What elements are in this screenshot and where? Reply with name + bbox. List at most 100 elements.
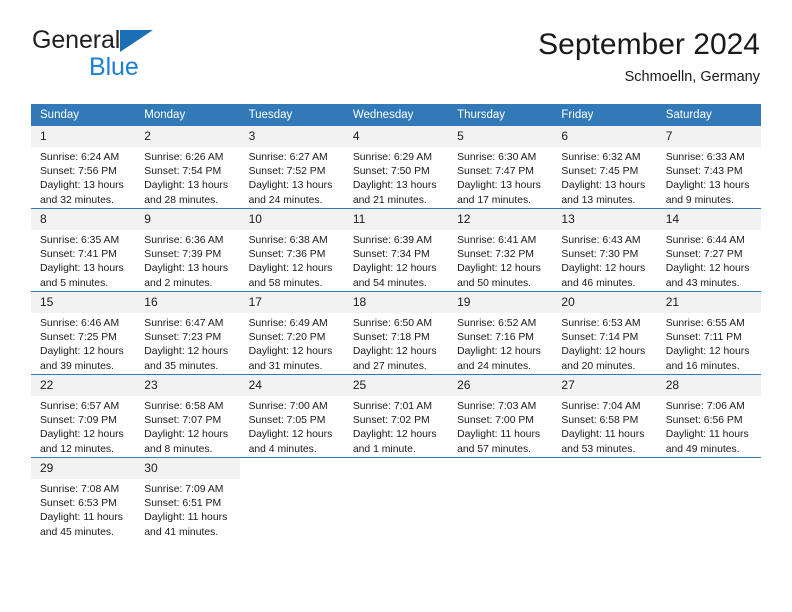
calendar-day-cell[interactable]: 4 Sunrise: 6:29 AM Sunset: 7:50 PM Daylight… [343,126,449,209]
day-number: 4 [343,126,449,147]
daylight-text-line1: Daylight: 13 hours [144,263,229,275]
day-info: Sunrise: 6:38 AM Sunset: 7:36 PM Daylight:… [240,230,344,291]
sunrise-text: Sunrise: 6:38 AM [248,235,328,246]
daylight-text-line1: Daylight: 13 hours [665,180,750,192]
calendar-day-cell[interactable]: 3 Sunrise: 6:27 AM Sunset: 7:52 PM Daylight… [239,126,344,209]
day-cell-inner: 24 Sunrise: 7:00 AM Sunset: 7:05 PM Dayligh… [239,375,344,457]
day-cell-inner: 21 Sunrise: 6:55 AM Sunset: 7:11 PM Dayligh… [656,292,761,374]
day-cell-inner: 30 Sunrise: 7:09 AM Sunset: 6:51 PM Dayligh… [135,458,240,540]
calendar-day-cell-empty [343,457,449,540]
calendar-day-cell[interactable]: 1 Sunrise: 6:24 AM Sunset: 7:56 PM Daylight… [31,126,136,209]
daylight-text-line2: and 20 minutes. [561,360,636,372]
day-number: 18 [343,292,449,313]
daylight-text-line2: and 28 minutes. [144,194,219,206]
sunset-text: Sunset: 7:52 PM [248,166,326,178]
calendar-day-cell[interactable]: 23 Sunrise: 6:58 AM Sunset: 7:07 PM Dayligh… [135,374,240,458]
sunrise-text: Sunrise: 6:52 AM [457,318,537,329]
weekday-header-friday: Friday [552,104,657,126]
daylight-text-line1: Daylight: 12 hours [352,346,437,358]
day-cell-inner: 17 Sunrise: 6:49 AM Sunset: 7:20 PM Dayligh… [239,292,344,374]
calendar-day-cell[interactable]: 13 Sunrise: 6:43 AM Sunset: 7:30 PM Dayligh… [552,208,657,292]
calendar-day-cell[interactable]: 15 Sunrise: 6:46 AM Sunset: 7:25 PM Dayligh… [31,291,136,375]
day-number: 2 [135,126,240,147]
daylight-text-line1: Daylight: 12 hours [665,263,750,275]
day-cell-inner: 28 Sunrise: 7:06 AM Sunset: 6:56 PM Dayligh… [656,375,761,457]
calendar-day-cell[interactable]: 24 Sunrise: 7:00 AM Sunset: 7:05 PM Dayligh… [239,374,344,458]
sunrise-text: Sunrise: 6:50 AM [352,318,432,329]
calendar-day-cell[interactable]: 11 Sunrise: 6:39 AM Sunset: 7:34 PM Dayligh… [343,208,449,292]
day-info: Sunrise: 6:47 AM Sunset: 7:23 PM Daylight:… [135,313,239,374]
sunset-text: Sunset: 7:45 PM [561,166,639,178]
day-cell-inner: 15 Sunrise: 6:46 AM Sunset: 7:25 PM Dayligh… [31,292,136,374]
page-title: September 2024 [538,28,760,61]
calendar-day-cell[interactable]: 21 Sunrise: 6:55 AM Sunset: 7:11 PM Dayligh… [656,291,761,375]
calendar-day-cell[interactable]: 12 Sunrise: 6:41 AM Sunset: 7:32 PM Dayligh… [448,208,553,292]
calendar-day-cell[interactable]: 8 Sunrise: 6:35 AM Sunset: 7:41 PM Daylight… [31,208,136,292]
calendar-day-cell[interactable]: 5 Sunrise: 6:30 AM Sunset: 7:47 PM Daylight… [448,126,553,209]
calendar-day-cell[interactable]: 28 Sunrise: 7:06 AM Sunset: 6:56 PM Dayligh… [656,374,761,458]
calendar-day-cell[interactable]: 6 Sunrise: 6:32 AM Sunset: 7:45 PM Daylight… [552,126,657,209]
day-info: Sunrise: 6:44 AM Sunset: 7:27 PM Daylight:… [657,230,761,291]
sunset-text: Sunset: 7:14 PM [561,332,639,344]
day-info: Sunrise: 7:03 AM Sunset: 7:00 PM Daylight:… [448,396,552,457]
day-info: Sunrise: 7:06 AM Sunset: 6:56 PM Daylight:… [657,396,761,457]
calendar-day-cell[interactable]: 30 Sunrise: 7:09 AM Sunset: 6:51 PM Dayligh… [135,457,240,540]
day-number: 14 [656,209,761,230]
day-info: Sunrise: 7:08 AM Sunset: 6:53 PM Daylight:… [31,479,135,540]
day-cell-inner: 23 Sunrise: 6:58 AM Sunset: 7:07 PM Dayligh… [135,375,240,457]
sunset-text: Sunset: 6:58 PM [561,415,639,427]
daylight-text-line2: and 46 minutes. [561,277,636,289]
day-cell-inner: 3 Sunrise: 6:27 AM Sunset: 7:52 PM Daylight… [239,126,344,208]
calendar-day-cell[interactable]: 9 Sunrise: 6:36 AM Sunset: 7:39 PM Daylight… [135,208,240,292]
daylight-text-line1: Daylight: 12 hours [457,263,541,275]
calendar-day-cell[interactable]: 7 Sunrise: 6:33 AM Sunset: 7:43 PM Daylight… [656,126,761,209]
day-info: Sunrise: 6:58 AM Sunset: 7:07 PM Daylight:… [135,396,239,457]
calendar-day-cell[interactable]: 25 Sunrise: 7:01 AM Sunset: 7:02 PM Dayligh… [343,374,449,458]
daylight-text-line1: Daylight: 12 hours [248,346,333,358]
daylight-text-line1: Daylight: 12 hours [40,346,124,358]
day-info [448,479,552,483]
sunrise-text: Sunrise: 6:57 AM [40,401,120,412]
daylight-text-line1: Daylight: 13 hours [248,180,333,192]
calendar-day-cell[interactable]: 18 Sunrise: 6:50 AM Sunset: 7:18 PM Dayligh… [343,291,449,375]
sunrise-text: Sunrise: 6:55 AM [665,318,745,329]
calendar-day-cell[interactable]: 26 Sunrise: 7:03 AM Sunset: 7:00 PM Dayligh… [448,374,553,458]
day-number: 25 [343,375,449,396]
calendar-day-cell[interactable]: 17 Sunrise: 6:49 AM Sunset: 7:20 PM Dayligh… [239,291,344,375]
sunrise-text: Sunrise: 6:27 AM [248,152,328,163]
calendar-page: General Blue September 2024 Schmoelln, G… [0,0,792,612]
sunrise-text: Sunrise: 6:39 AM [352,235,432,246]
day-cell-inner: 8 Sunrise: 6:35 AM Sunset: 7:41 PM Daylight… [31,209,136,291]
day-cell-inner: 9 Sunrise: 6:36 AM Sunset: 7:39 PM Daylight… [135,209,240,291]
calendar-day-cell[interactable]: 27 Sunrise: 7:04 AM Sunset: 6:58 PM Dayligh… [552,374,657,458]
daylight-text-line2: and 2 minutes. [144,277,213,289]
calendar-day-cell[interactable]: 29 Sunrise: 7:08 AM Sunset: 6:53 PM Dayligh… [31,457,136,540]
weekday-header-monday: Monday [135,104,240,126]
daylight-text-line2: and 17 minutes. [457,194,532,206]
sunset-text: Sunset: 6:56 PM [665,415,743,427]
location-subtitle: Schmoelln, Germany [624,69,760,85]
sunrise-text: Sunrise: 6:29 AM [352,152,432,163]
sunset-text: Sunset: 7:50 PM [352,166,430,178]
calendar-day-cell[interactable]: 19 Sunrise: 6:52 AM Sunset: 7:16 PM Dayligh… [448,291,553,375]
day-cell-inner: 5 Sunrise: 6:30 AM Sunset: 7:47 PM Daylight… [448,126,553,208]
day-number: 13 [552,209,657,230]
daylight-text-line1: Daylight: 11 hours [144,512,228,524]
calendar-day-cell[interactable]: 22 Sunrise: 6:57 AM Sunset: 7:09 PM Dayligh… [31,374,136,458]
calendar-day-cell[interactable]: 16 Sunrise: 6:47 AM Sunset: 7:23 PM Dayligh… [135,291,240,375]
calendar-day-cell[interactable]: 2 Sunrise: 6:26 AM Sunset: 7:54 PM Daylight… [135,126,240,209]
sunset-text: Sunset: 6:51 PM [144,498,222,510]
day-cell-inner [448,458,552,540]
daylight-text-line1: Daylight: 12 hours [248,263,333,275]
day-number [240,458,344,479]
day-info: Sunrise: 7:09 AM Sunset: 6:51 PM Daylight:… [135,479,239,540]
daylight-text-line2: and 41 minutes. [144,526,219,538]
sunrise-text: Sunrise: 6:43 AM [561,235,641,246]
daylight-text-line2: and 57 minutes. [457,443,532,455]
logo-line-1: General [32,26,262,54]
daylight-text-line1: Daylight: 12 hours [40,429,124,441]
sunrise-text: Sunrise: 6:58 AM [144,401,224,412]
calendar-day-cell[interactable]: 10 Sunrise: 6:38 AM Sunset: 7:36 PM Dayligh… [239,208,344,292]
calendar-day-cell[interactable]: 14 Sunrise: 6:44 AM Sunset: 7:27 PM Dayligh… [656,208,761,292]
calendar-day-cell[interactable]: 20 Sunrise: 6:53 AM Sunset: 7:14 PM Dayligh… [552,291,657,375]
